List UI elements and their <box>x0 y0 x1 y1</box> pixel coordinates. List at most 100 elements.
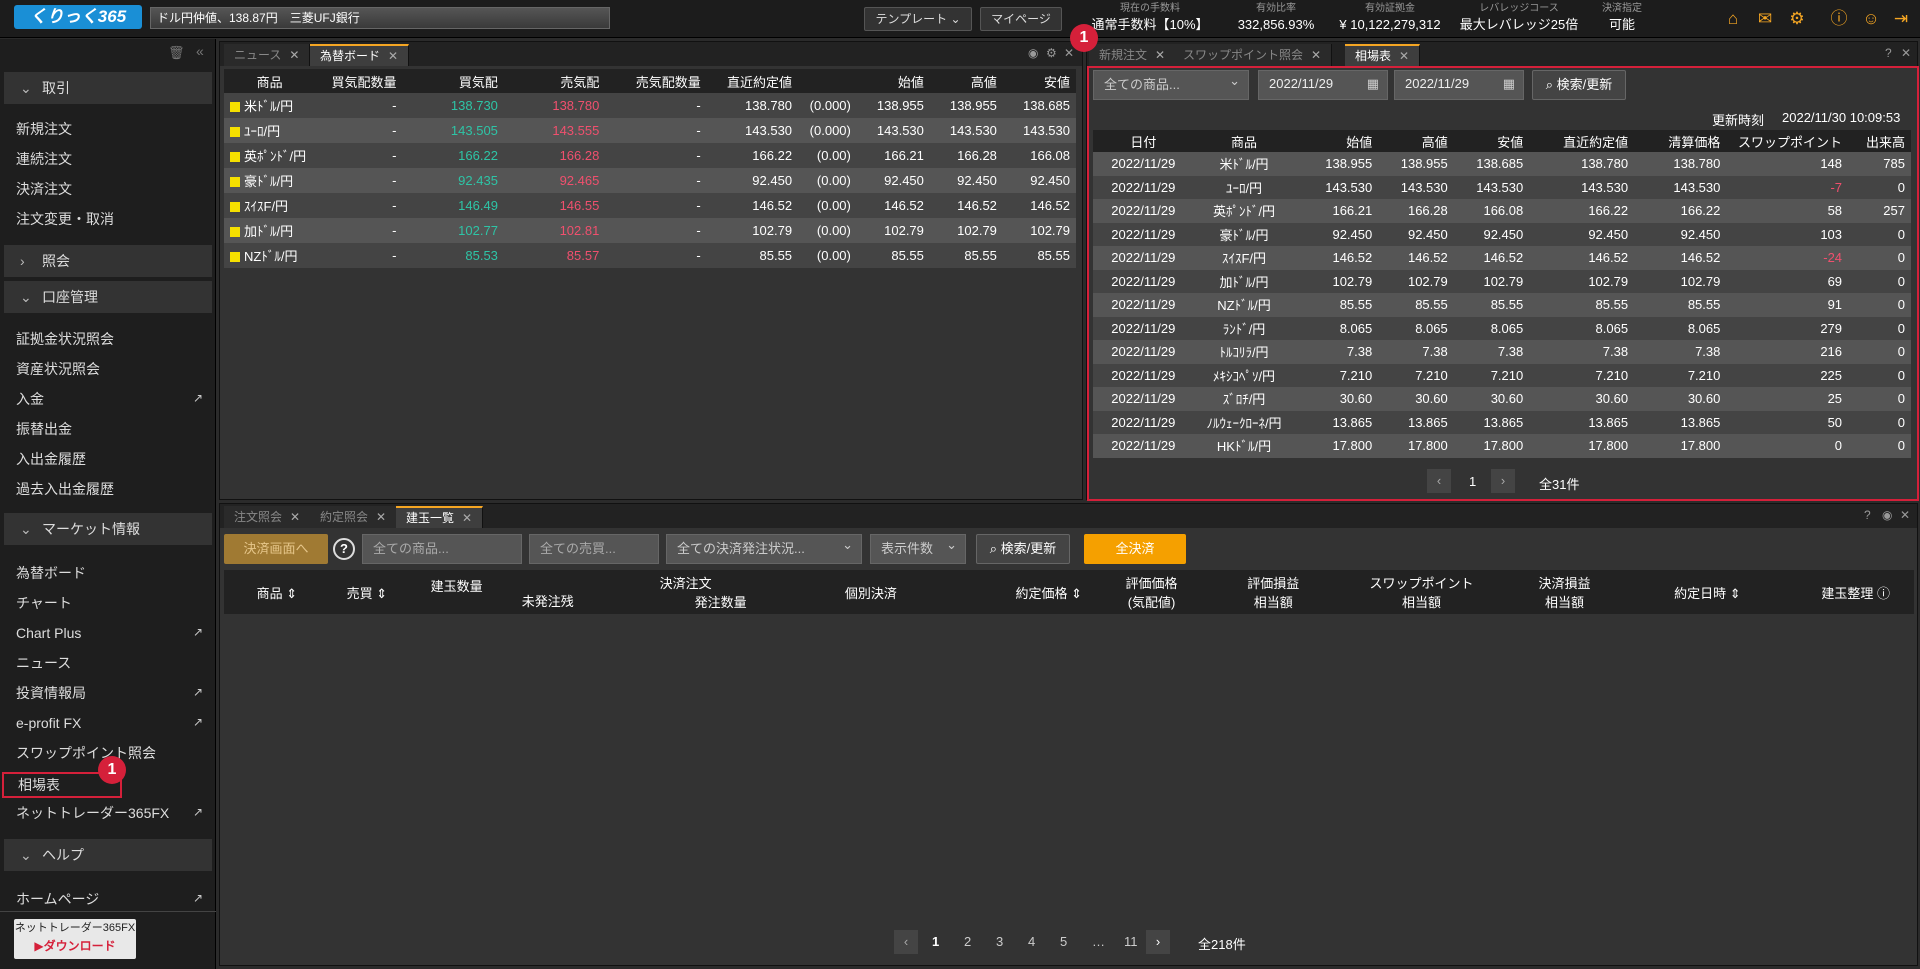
news-ticker[interactable]: ドル円仲値、138.87円 三菱UFJ銀行 <box>150 7 610 29</box>
close-icon[interactable]: ✕ <box>1311 48 1321 62</box>
fxboard-cell[interactable]: 146.55 <box>504 193 605 218</box>
close-icon[interactable]: ✕ <box>388 49 398 63</box>
sidebar-item-chart[interactable]: チャート <box>16 593 72 613</box>
eye-icon[interactable]: ◉ <box>1028 46 1038 60</box>
fxboard-cell[interactable]: 102.81 <box>504 218 605 243</box>
sidebar-item-eprofit[interactable]: e-profit FX <box>16 713 81 733</box>
sidebar-item-news[interactable]: ニュース <box>16 653 71 673</box>
sidebar-item-new-order[interactable]: 新規注文 <box>16 119 72 139</box>
sidebar-item-chartplus[interactable]: Chart Plus <box>16 623 81 643</box>
positions-side-input[interactable]: 全ての売買... <box>529 534 659 564</box>
sidebar-item-nettrader[interactable]: ネットトレーダー365FX <box>16 803 169 823</box>
download-banner[interactable]: ネットトレーダー365FX ▶ダウンロード <box>14 919 136 959</box>
col-swap[interactable]: スワップポイント 相当額 <box>1332 570 1512 614</box>
sidebar-item-invest-info[interactable]: 投資情報局 <box>16 683 86 703</box>
fxboard-cell[interactable]: 85.57 <box>504 243 605 268</box>
settle-status-select[interactable]: 全ての決済発注状況... <box>666 531 862 564</box>
col-eval[interactable]: 評価価格 (気配値) <box>1088 570 1215 614</box>
section-trade[interactable]: ⌄ 取引 <box>4 72 212 104</box>
gear-icon[interactable]: ⚙ <box>1046 46 1057 60</box>
fxboard-cell[interactable]: 143.555 <box>504 118 605 143</box>
fxboard-cell[interactable]: 146.49 <box>403 193 504 218</box>
col-date[interactable]: 約定日時 ⇕ <box>1617 570 1797 614</box>
help-icon[interactable]: ? <box>333 538 355 560</box>
fxboard-cell[interactable]: 102.77 <box>403 218 504 243</box>
eye-icon[interactable]: ◉ <box>1882 508 1892 522</box>
col-settle-pl[interactable]: 決済損益 相当額 <box>1512 570 1618 614</box>
sidebar-item-fxboard[interactable]: 為替ボード <box>16 563 86 583</box>
col-side[interactable]: 売買 ⇕ <box>330 570 404 614</box>
page-number[interactable]: 5 <box>1060 934 1067 949</box>
page-number[interactable]: 11 <box>1124 934 1138 949</box>
tab-quote-table[interactable]: 相場表 ✕ <box>1345 44 1421 66</box>
quote-search-button[interactable]: ⌕ 検索/更新 <box>1532 70 1626 100</box>
table-row[interactable]: 英ﾎﾟﾝﾄﾞ/円 -166.22 166.28-166.22 (0.00) 166.21… <box>224 143 1076 168</box>
help-icon[interactable]: ? <box>1864 508 1871 522</box>
close-icon[interactable]: ✕ <box>289 48 299 62</box>
fxboard-cell[interactable]: 92.465 <box>504 168 605 193</box>
mail-icon[interactable]: ✉ <box>1754 8 1776 30</box>
fxboard-cell[interactable]: 92.435 <box>403 168 504 193</box>
section-help[interactable]: ⌄ ヘルプ <box>4 839 212 871</box>
close-icon[interactable]: ✕ <box>1900 508 1910 522</box>
prev-page-button[interactable]: ‹ <box>1427 469 1451 493</box>
tab-positions[interactable]: 建玉一覧 ✕ <box>396 506 484 528</box>
tab-order-inquiry[interactable]: 注文照会 ✕ <box>224 506 312 528</box>
trash-icon[interactable]: 🗑 <box>168 45 185 61</box>
close-icon[interactable]: ✕ <box>1155 48 1165 62</box>
table-row[interactable]: 米ﾄﾞﾙ/円 -138.730 138.780-138.780 (0.000) 138.… <box>224 93 1076 118</box>
settle-all-button[interactable]: 全決済 <box>1084 534 1186 564</box>
gear-icon[interactable]: ⚙ <box>1786 8 1808 30</box>
page-number[interactable]: 2 <box>964 934 971 949</box>
table-row[interactable]: NZﾄﾞﾙ/円 -85.53 85.57-85.55 (0.00) 85.55 85.55… <box>224 243 1076 268</box>
sidebar-item-asset-status[interactable]: 資産状況照会 <box>16 359 100 379</box>
calendar-icon[interactable]: ▦ <box>1503 71 1515 97</box>
page-number[interactable]: 1 <box>1469 474 1476 489</box>
table-row[interactable]: 加ﾄﾞﾙ/円 -102.77 102.81-102.79 (0.00) 102.79 10… <box>224 218 1076 243</box>
close-icon[interactable]: ✕ <box>462 511 472 525</box>
sidebar-item-deposit[interactable]: 入金 <box>16 389 44 409</box>
logout-icon[interactable]: ⇥ <box>1890 8 1912 30</box>
close-icon[interactable]: ✕ <box>1064 46 1074 60</box>
tab-new-order[interactable]: 新規注文 ✕ <box>1089 44 1177 66</box>
fxboard-cell[interactable]: 166.28 <box>504 143 605 168</box>
calendar-icon[interactable]: ▦ <box>1367 71 1379 97</box>
positions-product-input[interactable]: 全ての商品... <box>362 534 522 564</box>
settle-screen-button[interactable]: 決済画面へ <box>224 534 328 564</box>
tab-news[interactable]: ニュース ✕ <box>224 44 311 66</box>
close-icon[interactable]: ✕ <box>1901 46 1911 60</box>
page-number[interactable]: 3 <box>996 934 1003 949</box>
close-icon[interactable]: ✕ <box>1399 49 1409 63</box>
col-price[interactable]: 約定価格 ⇕ <box>950 570 1088 614</box>
fxboard-cell[interactable]: 166.22 <box>403 143 504 168</box>
sidebar-item-margin-status[interactable]: 証拠金状況照会 <box>16 329 114 349</box>
prev-page-button[interactable]: ‹ <box>894 930 918 954</box>
table-row[interactable]: 豪ﾄﾞﾙ/円 -92.435 92.465-92.450 (0.00) 92.450 92… <box>224 168 1076 193</box>
date-to-input[interactable]: 2022/11/29 ▦ <box>1394 70 1524 100</box>
sidebar-item-swap[interactable]: スワップポイント照会 <box>16 743 156 763</box>
help-icon[interactable]: ⓘ <box>1828 8 1850 30</box>
table-row[interactable]: ﾕｰﾛ/円 -143.505 143.555-143.530 (0.000) 143.5… <box>224 118 1076 143</box>
fxboard-cell[interactable]: 143.505 <box>403 118 504 143</box>
col-product[interactable]: 商品 ⇕ <box>224 570 330 614</box>
sidebar-item-transfer[interactable]: 振替出金 <box>16 419 72 439</box>
col-pl[interactable]: 評価損益 相当額 <box>1215 570 1331 614</box>
sidebar-item-settle-order[interactable]: 決済注文 <box>16 179 72 199</box>
fxboard-cell[interactable]: 138.730 <box>403 93 504 118</box>
home-icon[interactable]: ⌂ <box>1722 8 1744 30</box>
positions-search-button[interactable]: ⌕ 検索/更新 <box>976 534 1070 564</box>
next-page-button[interactable]: › <box>1491 469 1515 493</box>
tab-fxboard[interactable]: 為替ボード ✕ <box>310 44 410 66</box>
section-inquiry[interactable]: › 照会 <box>4 245 212 277</box>
sidebar-item-modify-order[interactable]: 注文変更・取消 <box>16 209 114 229</box>
sidebar-item-history[interactable]: 入出金履歴 <box>16 449 86 469</box>
fxboard-cell[interactable]: 138.780 <box>504 93 605 118</box>
section-account[interactable]: ⌄ 口座管理 <box>4 281 212 313</box>
mypage-button[interactable]: マイページ <box>980 7 1062 31</box>
fxboard-cell[interactable]: 85.53 <box>403 243 504 268</box>
tab-exec-inquiry[interactable]: 約定照会 ✕ <box>310 506 398 528</box>
sidebar-item-past-history[interactable]: 過去入出金履歴 <box>16 479 114 499</box>
table-row[interactable]: ｽｲｽF/円 -146.49 146.55-146.52 (0.00) 146.52 14… <box>224 193 1076 218</box>
display-count-select[interactable]: 表示件数 <box>870 531 966 564</box>
help-icon[interactable]: ? <box>1885 46 1892 60</box>
